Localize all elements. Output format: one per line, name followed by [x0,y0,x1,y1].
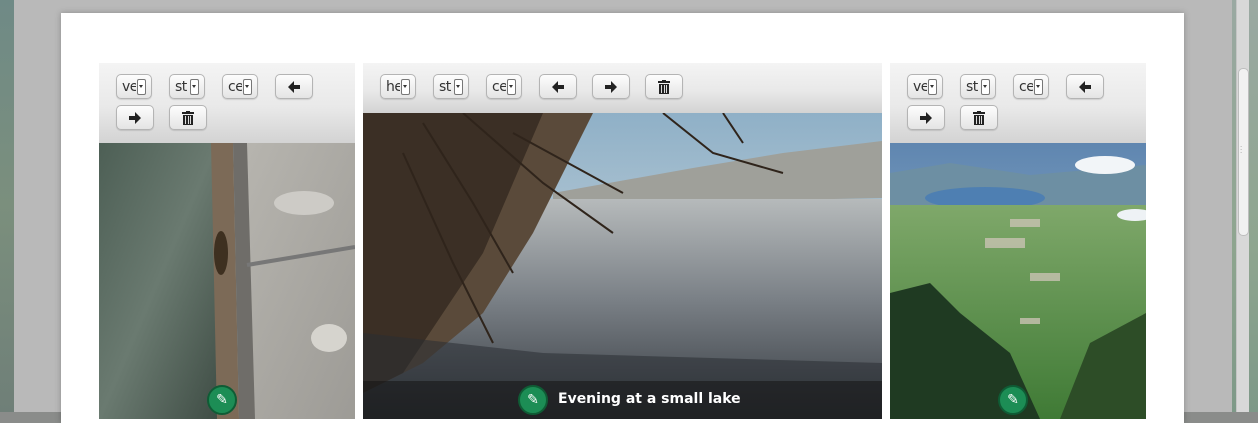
move-left-button[interactable] [539,74,577,99]
photo-card: ve st ce ✎ [99,63,355,419]
edit-caption-button[interactable]: ✎ [998,385,1028,415]
chevron-down-icon [401,78,410,95]
chevron-down-icon [243,78,252,95]
chevron-down-icon [507,78,516,95]
photo-card: he st ce ✎ Evening at a small lake [363,63,882,419]
chevron-down-icon [137,78,146,95]
size-select[interactable]: he [380,74,416,99]
chevron-down-icon [454,78,463,95]
trash-icon [973,110,985,125]
delete-button[interactable] [645,74,683,99]
style-select[interactable]: st [169,74,205,99]
move-right-button[interactable] [907,105,945,130]
arrow-right-icon [128,111,142,125]
photo-image [99,143,355,419]
size-select[interactable]: ve [907,74,943,99]
photo-caption: Evening at a small lake [558,391,741,407]
size-select[interactable]: ve [116,74,152,99]
alignment-select[interactable]: ce [222,74,258,99]
photo-image [363,113,882,419]
chevron-down-icon [928,78,937,95]
trash-icon [658,79,670,94]
pencil-icon: ✎ [527,392,539,408]
move-right-button[interactable] [592,74,630,99]
style-select[interactable]: st [960,74,996,99]
chevron-down-icon [981,78,990,95]
photo-editor-dialog: ve st ce ✎ he st ce ✎ Evening at a small… [61,13,1184,423]
edit-caption-button[interactable]: ✎ [518,385,548,415]
photo-image [890,143,1146,419]
edit-caption-button[interactable]: ✎ [207,385,237,415]
arrow-right-icon [919,111,933,125]
background-left [0,0,14,412]
move-left-button[interactable] [275,74,313,99]
chevron-down-icon [190,78,199,95]
pencil-icon: ✎ [216,392,228,408]
delete-button[interactable] [960,105,998,130]
photo-toolbar: ve st ce [99,63,355,143]
alignment-select[interactable]: ce [486,74,522,99]
photo-card: ve st ce ✎ [890,63,1146,419]
arrow-left-icon [551,80,565,94]
grip-icon: · · · [1240,143,1243,157]
chevron-down-icon [1034,78,1043,95]
pencil-icon: ✎ [1007,392,1019,408]
delete-button[interactable] [169,105,207,130]
trash-icon [182,110,194,125]
move-left-button[interactable] [1066,74,1104,99]
style-select[interactable]: st [433,74,469,99]
arrow-right-icon [604,80,618,94]
alignment-select[interactable]: ce [1013,74,1049,99]
move-right-button[interactable] [116,105,154,130]
arrow-left-icon [287,80,301,94]
photo-toolbar: he st ce [363,63,882,113]
photo-toolbar: ve st ce [890,63,1146,143]
arrow-left-icon [1078,80,1092,94]
